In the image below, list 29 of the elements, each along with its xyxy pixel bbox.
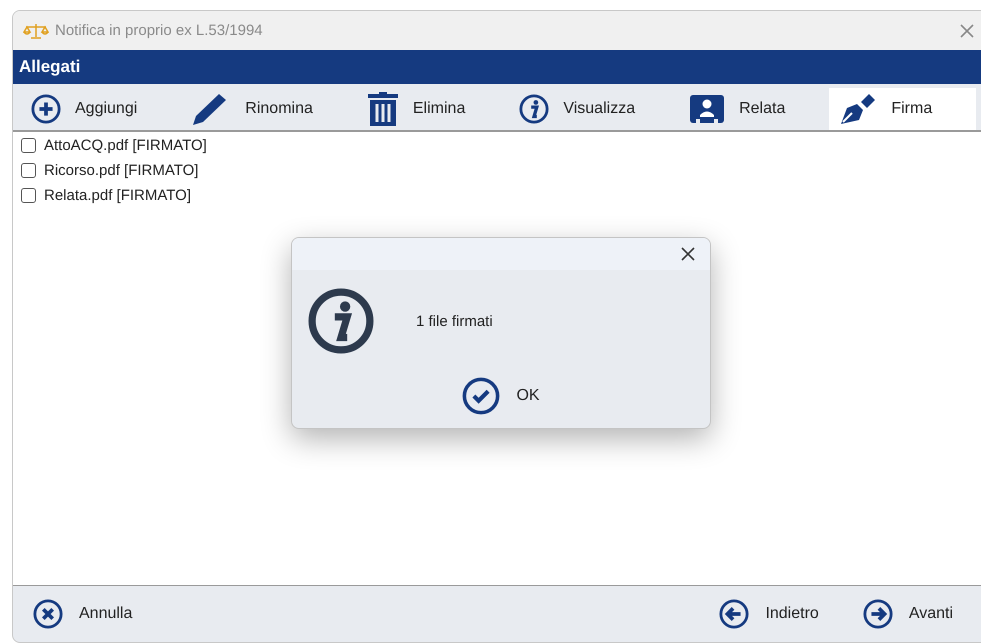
footer-button[interactable]: Annulla xyxy=(33,599,146,629)
fountain-pen-icon xyxy=(839,93,878,125)
file-name[interactable]: Ricorso.pdf [FIRMATO] xyxy=(44,162,198,179)
trash-icon xyxy=(366,92,399,126)
toolbar-button[interactable]: Firma xyxy=(829,88,976,130)
scales-icon xyxy=(23,22,49,38)
cancel-icon xyxy=(33,599,63,629)
file-name[interactable]: AttoACQ.pdf [FIRMATO] xyxy=(44,137,207,154)
toolbar-button[interactable]: Visualizza xyxy=(509,88,680,130)
section-title: Allegati xyxy=(19,57,80,77)
info-icon xyxy=(308,288,374,354)
toolbar-button[interactable]: Aggiungi xyxy=(21,88,182,130)
toolbar-button[interactable]: Relata xyxy=(679,88,830,130)
check-icon xyxy=(462,377,500,415)
ok-button[interactable]: OK xyxy=(456,376,546,416)
close-icon[interactable] xyxy=(680,246,696,262)
footer-button[interactable]: Avanti xyxy=(862,599,967,629)
dialog-message: 1 file firmati xyxy=(416,312,493,330)
file-name[interactable]: Relata.pdf [FIRMATO] xyxy=(44,187,191,204)
info-icon xyxy=(519,94,550,124)
checkbox[interactable] xyxy=(21,138,36,153)
checkbox[interactable] xyxy=(21,188,36,203)
toolbar-button[interactable]: Elimina xyxy=(356,88,510,130)
plus-icon xyxy=(31,94,61,124)
toolbar-button[interactable]: Rinomina xyxy=(181,88,357,130)
checkbox[interactable] xyxy=(21,163,36,178)
footer-button[interactable]: Indietro xyxy=(719,599,833,629)
person-icon xyxy=(689,94,726,124)
window-title: Notifica in proprio ex L.53/1994 xyxy=(55,22,263,39)
